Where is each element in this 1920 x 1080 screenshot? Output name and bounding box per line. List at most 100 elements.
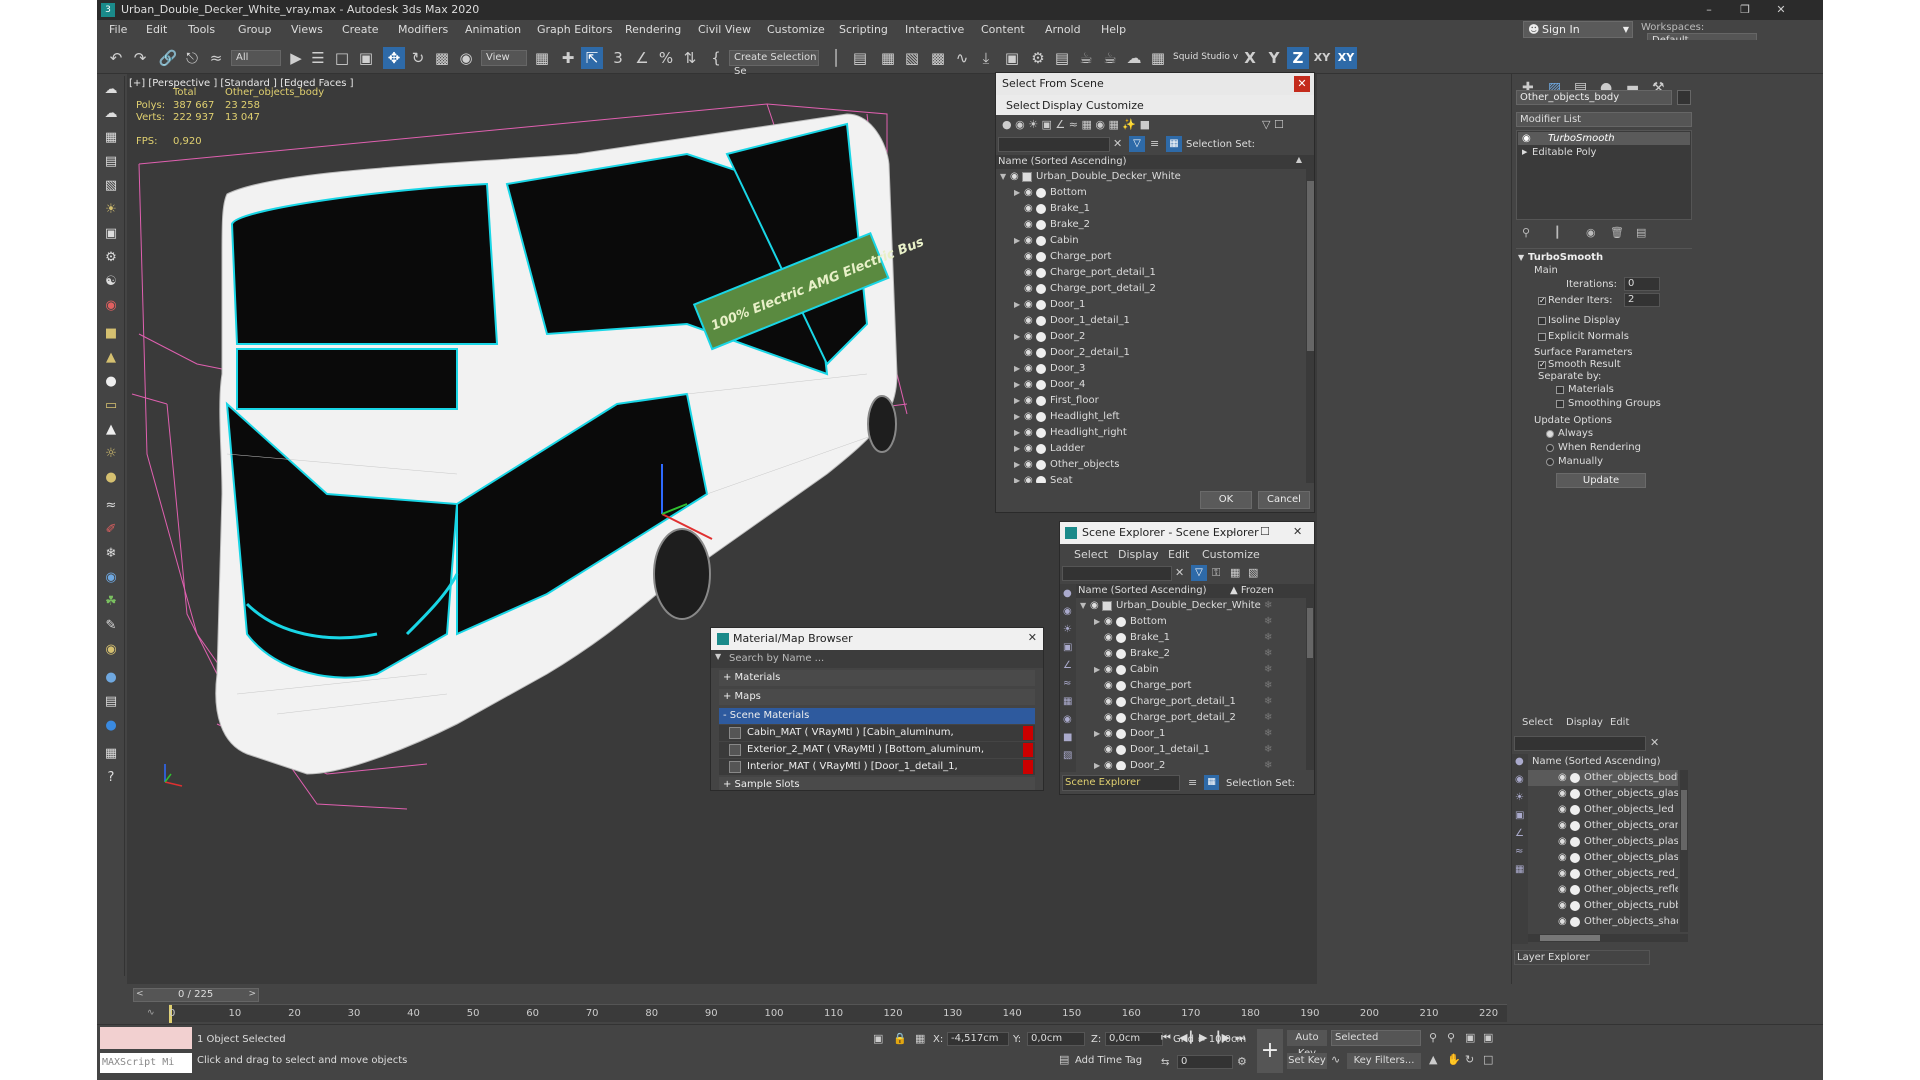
curve-editor-mini-icon[interactable]: ∿ [147,1008,155,1018]
layer-menu-edit[interactable]: Edit [1610,717,1629,728]
link-icon[interactable]: 🔗 [157,47,179,69]
hair-icon[interactable]: ≈ [101,496,121,516]
layer-geometry-icon[interactable]: ● [1515,756,1524,767]
zoom-icon[interactable]: ⚲ [1429,1031,1437,1044]
menu-modifiers[interactable]: Modifiers [398,23,448,36]
visibility-eye-icon[interactable]: ◉ [1024,457,1033,473]
help-icon[interactable]: ? [101,768,121,788]
visibility-eye-icon[interactable]: ◉ [1104,726,1113,742]
key-filter-icon[interactable]: ∿ [1331,1053,1340,1066]
se-helpers-icon[interactable]: ∠ [1063,660,1072,671]
time-slider[interactable]: < 0 / 225 > [133,988,259,1002]
select-by-name-icon[interactable]: ☰ [307,47,329,69]
expand-arrow-icon[interactable]: ▶ [1014,473,1020,483]
menu-views[interactable]: Views [291,23,323,36]
visibility-eye-icon[interactable]: ◉ [1024,409,1033,425]
visibility-eye-icon[interactable]: ◉ [1558,786,1567,802]
se-lock-icon[interactable]: ⚿ [1212,566,1220,580]
se-root-row[interactable]: ▼ ◉ Urban_Double_Decker_White ❄ [1076,598,1304,614]
create-sphere-icon[interactable]: ☁ [101,104,121,124]
curve-editor-icon[interactable]: ∿ [951,47,973,69]
sfs-tree-row[interactable]: ◉ Charge_port [996,249,1304,265]
smooth-result-checkbox[interactable]: ✓ [1538,361,1546,369]
time-slider-next-icon[interactable]: > [248,989,256,999]
orbit-icon[interactable]: ↻ [1465,1053,1474,1066]
sfs-tree-row[interactable]: ▶ ◉ Door_2 [996,329,1304,345]
clear-search-icon[interactable]: ✕ [1113,137,1122,150]
prev-frame-icon[interactable]: ◀┃ [1179,1031,1194,1044]
maximize-viewport-icon[interactable]: □ [1483,1053,1493,1066]
expand-arrow-icon[interactable]: ▶ [1014,361,1020,377]
light-bulb-icon[interactable]: ☀ [101,200,121,220]
minimize-button[interactable]: – [1691,0,1727,20]
visibility-eye-icon[interactable]: ◉ [1024,425,1033,441]
axis-xy-button[interactable]: XY [1311,47,1333,69]
collapse-arrow-icon[interactable]: ▼ [1000,169,1006,185]
pyramid-primitive-icon[interactable]: ▲ [101,420,121,440]
scene-material-row[interactable]: Interior_MAT ( VRayMtl ) [Door_1_detail_… [719,759,1035,788]
se-hierarchy-icon[interactable]: ▦ [1230,566,1240,579]
maximize-button[interactable]: ❐ [1727,0,1763,20]
layer-tree-row[interactable]: ◉ Other_objects_red_ [1528,866,1678,882]
layer-menu-select[interactable]: Select [1522,717,1553,728]
sfs-tree-row[interactable]: ◉ Door_2_detail_1 [996,345,1304,361]
sfs-tree-row[interactable]: ▶ ◉ Bottom [996,185,1304,201]
select-and-rotate-icon[interactable]: ↻ [407,47,429,69]
menu-scripting[interactable]: Scripting [839,23,888,36]
visibility-eye-icon[interactable]: ◉ [1558,898,1567,914]
layer-tree-row[interactable]: ◉ Other_objects_reflect [1528,882,1678,898]
manually-radio[interactable] [1546,458,1554,466]
timeline-track[interactable]: 0 10 20 30 40 50 60 70 80 90 100 110 120 130 140 150 160… [169,1004,1507,1023]
filter-geometry-icon[interactable]: ● ◉ ☀ ▣ ∠ ≈ ▦ ◉ ▦ ✨ ■ [1002,118,1150,131]
material-search-input[interactable]: Search by Name ... [729,653,824,664]
expand-arrow-icon[interactable]: ▶ [1014,393,1020,409]
expand-arrow-icon[interactable]: ▶ [1094,758,1100,770]
layer-explorer-dropdown[interactable]: Layer Explorer [1514,950,1650,965]
angle-snap-icon[interactable]: ∠ [631,47,653,69]
sfs-tree-row[interactable]: ◉ Door_1_detail_1 [996,313,1304,329]
visibility-eye-icon[interactable]: ◉ [1558,770,1567,786]
render-setup-icon[interactable]: ⚙ [1027,47,1049,69]
pin-stack-icon[interactable]: ⚲ [1522,226,1530,239]
next-frame-icon[interactable]: ┃▶ [1215,1031,1230,1044]
selection-lock-icon[interactable]: 🔒 [893,1032,907,1045]
visibility-eye-icon[interactable]: ◉ [1104,614,1113,630]
render-iters-spinner[interactable]: 2 [1624,293,1660,307]
sfs-tree-row[interactable]: ▶ ◉ Door_1 [996,297,1304,313]
visibility-eye-icon[interactable]: ◉ [1024,297,1033,313]
menu-create[interactable]: Create [342,23,379,36]
frozen-snowflake-icon[interactable]: ❄ [1264,598,1272,614]
se-shapes-icon[interactable]: ◉ [1063,606,1072,617]
se-tree-row[interactable]: ◉ Brake_2 ❄ [1076,646,1304,662]
menu-arnold[interactable]: Arnold [1045,23,1081,36]
scene-material-row[interactable]: Cabin_MAT ( VRayMtl ) [Cabin_aluminum, C… [719,725,1035,754]
visibility-eye-icon[interactable]: ◉ [1558,850,1567,866]
render-icon[interactable]: ◉ [101,296,121,316]
create-box-icon[interactable]: ☁ [101,80,121,100]
edit-named-selection-icon[interactable]: { [705,47,727,69]
rollout-title[interactable]: TurboSmooth [1528,252,1603,263]
sphere-primitive-icon[interactable]: ● [101,372,121,392]
close-button[interactable]: ✕ [1763,0,1799,20]
expand-arrow-icon[interactable]: ▶ [1014,185,1020,201]
select-and-scale-icon[interactable]: ▩ [431,47,453,69]
se-tree-row[interactable]: ◉ Charge_port ❄ [1076,678,1304,694]
frozen-snowflake-icon[interactable]: ❄ [1264,662,1272,678]
se-menu-edit[interactable]: Edit [1168,548,1189,561]
layer-search-input[interactable] [1514,736,1646,751]
materials-checkbox[interactable] [1556,386,1564,394]
zoom-extents-all-icon[interactable]: ▣ [1483,1031,1493,1044]
menu-civil-view[interactable]: Civil View [698,23,751,36]
layer-scrollbar[interactable] [1680,770,1688,932]
se-filter-icon[interactable]: ▽ [1191,565,1207,581]
sfs-tree-row[interactable]: ▶ ◉ First_floor [996,393,1304,409]
sfs-search-input[interactable] [998,137,1110,152]
visibility-eye-icon[interactable]: ◉ [1104,694,1113,710]
stack-eye-icon[interactable]: ◉ [1522,132,1531,145]
layer-shapes-icon[interactable]: ◉ [1515,774,1524,785]
sfs-tree-row[interactable]: ▶ ◉ Other_objects [996,457,1304,473]
frozen-snowflake-icon[interactable]: ❄ [1264,694,1272,710]
toggle-scene-explorer-icon[interactable]: ▦ [877,47,899,69]
place-icon[interactable]: ◉ [455,47,477,69]
visibility-eye-icon[interactable]: ◉ [1104,630,1113,646]
